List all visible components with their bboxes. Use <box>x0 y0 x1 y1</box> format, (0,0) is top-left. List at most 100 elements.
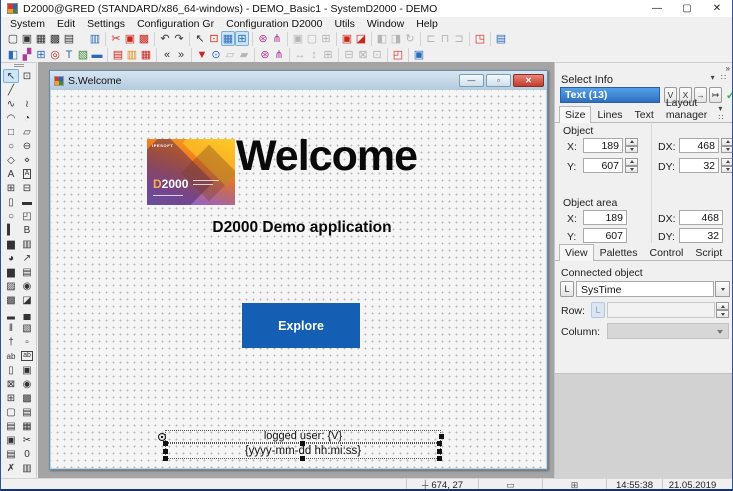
print-icon[interactable]: ▤ <box>62 31 76 46</box>
tab-size[interactable]: Size <box>559 106 591 123</box>
tool-svg-object-icon[interactable]: ▣ <box>3 433 19 447</box>
view-mode-icon[interactable]: ▣ <box>412 47 426 62</box>
paste-link-icon[interactable]: ▦ <box>139 47 153 62</box>
tool-button-edit-icon[interactable]: B <box>19 223 35 237</box>
tool-image-object-icon[interactable]: ▧ <box>19 321 35 335</box>
select-area-icon[interactable]: ⊡ <box>207 31 221 46</box>
selection-handle[interactable] <box>439 434 444 439</box>
tool-corner-icon[interactable]: ◰ <box>19 209 35 223</box>
tool-window-object-icon[interactable]: ▥ <box>19 461 35 475</box>
selection-handle[interactable] <box>437 449 442 454</box>
connected-object-input[interactable]: SysTime <box>576 281 714 297</box>
snap-to-grid-icon[interactable]: ⊞ <box>235 31 249 46</box>
tool-table-icon[interactable]: ⊞ <box>3 181 19 195</box>
palette-grip[interactable] <box>14 64 24 67</box>
tab-dynamics[interactable]: Dynamics <box>728 244 733 260</box>
tool-zero-object-icon[interactable]: 0 <box>19 447 35 461</box>
bring-to-front-icon[interactable]: ▣ <box>340 31 354 46</box>
menu-help[interactable]: Help <box>410 18 444 30</box>
tool-color-bar-icon[interactable]: ▍ <box>3 223 19 237</box>
spin-up-icon[interactable] <box>721 158 733 166</box>
tool-text-icon[interactable]: A <box>3 167 19 181</box>
tool-line-icon[interactable]: ╱ <box>3 83 19 97</box>
tool-bar-multi-icon[interactable]: ▄ <box>19 307 35 321</box>
tool-diamond-icon[interactable]: ◇ <box>3 153 19 167</box>
dy-input[interactable]: 32 <box>679 158 719 173</box>
tool-radio-button-icon[interactable]: ◉ <box>19 377 35 391</box>
tool-arc-filled-icon[interactable]: ◔ <box>19 111 35 125</box>
tool-pause-display-icon[interactable]: ‖ <box>3 321 19 335</box>
redo-icon[interactable]: ↷ <box>172 31 186 46</box>
picture-window[interactable]: S.Welcome — ▫ ✕ IPESOFT D2000 <box>49 70 548 470</box>
zoom-tool-icon[interactable]: ⊙ <box>209 47 223 62</box>
export-document-icon[interactable]: ▤ <box>494 31 508 46</box>
connect-lines-icon[interactable]: ⊛ <box>256 31 270 46</box>
tool-select-rect-icon[interactable]: ⊡ <box>19 69 35 83</box>
tool-ellipse-icon[interactable]: ⊖ <box>19 139 35 153</box>
tool-polyline-icon[interactable]: ∿ <box>3 97 19 111</box>
tab-view[interactable]: View <box>559 244 594 261</box>
tool-line-chart-icon[interactable]: ↗ <box>19 251 35 265</box>
tool-box-filled-icon[interactable]: ▬ <box>19 195 35 209</box>
tab-palettes[interactable]: Palettes <box>594 244 644 260</box>
apply-button[interactable]: ✓ <box>724 87 733 103</box>
demo-subtitle[interactable]: D2000 Demo application <box>182 219 422 237</box>
hierarchy-icon[interactable]: ⋔ <box>272 47 286 62</box>
save-all-icon[interactable]: ▩ <box>48 31 62 46</box>
send-to-back-icon[interactable]: ◪ <box>354 31 368 46</box>
menu-configuration-gr[interactable]: Configuration Gr <box>131 18 220 30</box>
new-picture-icon[interactable]: ▢ <box>6 31 20 46</box>
preview-icon[interactable]: ▥ <box>88 31 102 46</box>
selection-handle[interactable] <box>163 441 168 446</box>
spin-up-icon[interactable] <box>625 158 638 166</box>
picture-window-titlebar[interactable]: S.Welcome — ▫ ✕ <box>50 71 547 90</box>
y-input[interactable]: 607 <box>583 158 623 173</box>
selection-handle[interactable] <box>300 456 305 461</box>
panel-collapse-icon[interactable]: » <box>726 64 730 73</box>
tool-delete-tool-icon[interactable]: ✗ <box>3 461 19 475</box>
tab-lines[interactable]: Lines <box>591 106 628 122</box>
filter-icon[interactable]: ▼ <box>195 47 209 62</box>
selection-handle[interactable] <box>437 456 442 461</box>
minimize-button[interactable]: — <box>642 0 672 17</box>
back-icon[interactable]: « <box>160 47 174 62</box>
tool-select-icon[interactable]: ↖ <box>3 69 19 83</box>
selection-handle[interactable] <box>163 456 168 461</box>
paste-icon[interactable]: ▩ <box>137 31 151 46</box>
tool-thermometer-icon[interactable]: † <box>3 335 19 349</box>
palette-config-icon[interactable]: ▞ <box>20 47 34 62</box>
link-objects-icon[interactable]: ⊛ <box>258 47 272 62</box>
resize-grip[interactable] <box>722 479 732 491</box>
tool-diamond-small-icon[interactable]: ⋄ <box>19 153 35 167</box>
picture-maximize-button[interactable]: ▫ <box>486 74 511 87</box>
tool-tab-control-icon[interactable]: ▤ <box>19 405 35 419</box>
picture-minimize-button[interactable]: — <box>459 74 484 87</box>
tool-list-box-icon[interactable]: ▩ <box>19 391 35 405</box>
tool-frame-icon[interactable]: ▢ <box>3 405 19 419</box>
tool-bar-graph-icon[interactable]: ▥ <box>19 237 35 251</box>
tool-pie-chart-icon[interactable]: ◕ <box>3 251 19 265</box>
cut-icon[interactable]: ✂ <box>109 31 123 46</box>
welcome-heading[interactable]: Welcome <box>236 132 417 181</box>
drawing-canvas[interactable]: IPESOFT D2000 Welcome D2000 Demo applica… <box>51 90 546 468</box>
dx-input[interactable]: 468 <box>679 138 719 153</box>
menu-edit[interactable]: Edit <box>51 18 81 30</box>
tool-radio-red-icon[interactable]: ◉ <box>19 279 35 293</box>
tool-gradient-bar-icon[interactable]: ▆ <box>3 265 19 279</box>
tab-overflow-icon[interactable]: ▾ ∷ <box>718 104 733 122</box>
menu-utils[interactable]: Utils <box>328 18 360 30</box>
tool-text-box-icon[interactable]: A <box>19 167 35 181</box>
save-icon[interactable]: ▦ <box>34 31 48 46</box>
close-button[interactable]: ✕ <box>702 0 732 17</box>
tool-lasso-icon[interactable]: ✂ <box>19 433 35 447</box>
spin-up-icon[interactable] <box>721 138 733 146</box>
forward-icon[interactable]: » <box>174 47 188 62</box>
tool-entry-field-boxed-icon[interactable]: ab <box>19 349 35 363</box>
undo-icon[interactable]: ↶ <box>158 31 172 46</box>
paste-document-icon[interactable]: ▤ <box>111 47 125 62</box>
text-mode-icon[interactable]: T <box>62 47 76 62</box>
open-picture-icon[interactable]: ▣ <box>20 31 34 46</box>
tool-push-button-icon[interactable]: ▯ <box>3 363 19 377</box>
spin-down-icon[interactable] <box>721 146 733 154</box>
selection-handle-circle[interactable] <box>158 433 166 441</box>
